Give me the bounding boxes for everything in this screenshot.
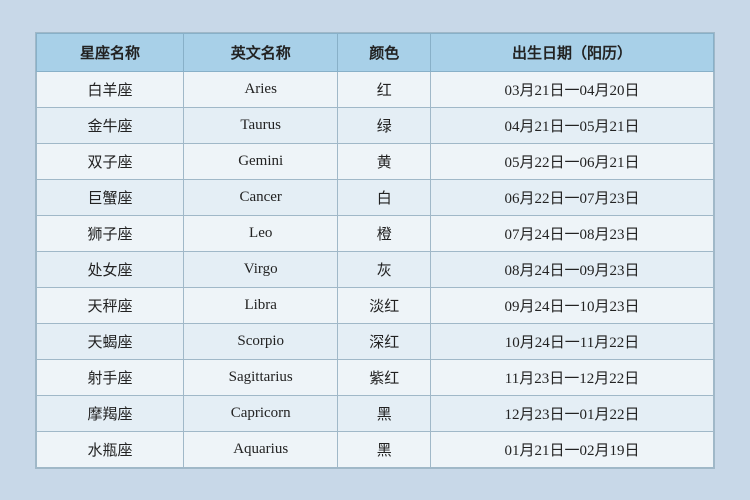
header-color: 颜色 [338, 33, 431, 71]
table-row: 白羊座Aries红03月21日一04月20日 [37, 71, 714, 107]
zodiac-table-container: 星座名称 英文名称 颜色 出生日期（阳历） 白羊座Aries红03月21日一04… [35, 32, 715, 469]
header-english-name: 英文名称 [183, 33, 337, 71]
cell-chinese-name: 狮子座 [37, 215, 184, 251]
cell-color: 黄 [338, 143, 431, 179]
cell-dates: 12月23日一01月22日 [430, 395, 713, 431]
cell-english-name: Cancer [183, 179, 337, 215]
table-row: 射手座Sagittarius紫红11月23日一12月22日 [37, 359, 714, 395]
cell-chinese-name: 白羊座 [37, 71, 184, 107]
cell-english-name: Aquarius [183, 431, 337, 467]
table-row: 双子座Gemini黄05月22日一06月21日 [37, 143, 714, 179]
table-row: 摩羯座Capricorn黑12月23日一01月22日 [37, 395, 714, 431]
cell-color: 橙 [338, 215, 431, 251]
table-row: 金牛座Taurus绿04月21日一05月21日 [37, 107, 714, 143]
cell-chinese-name: 天秤座 [37, 287, 184, 323]
cell-color: 灰 [338, 251, 431, 287]
cell-chinese-name: 水瓶座 [37, 431, 184, 467]
table-row: 天秤座Libra淡红09月24日一10月23日 [37, 287, 714, 323]
cell-color: 红 [338, 71, 431, 107]
cell-dates: 07月24日一08月23日 [430, 215, 713, 251]
cell-english-name: Leo [183, 215, 337, 251]
cell-color: 紫红 [338, 359, 431, 395]
cell-chinese-name: 双子座 [37, 143, 184, 179]
cell-dates: 08月24日一09月23日 [430, 251, 713, 287]
cell-color: 黑 [338, 395, 431, 431]
table-row: 巨蟹座Cancer白06月22日一07月23日 [37, 179, 714, 215]
header-chinese-name: 星座名称 [37, 33, 184, 71]
cell-english-name: Gemini [183, 143, 337, 179]
cell-dates: 11月23日一12月22日 [430, 359, 713, 395]
header-dates: 出生日期（阳历） [430, 33, 713, 71]
table-header-row: 星座名称 英文名称 颜色 出生日期（阳历） [37, 33, 714, 71]
cell-english-name: Aries [183, 71, 337, 107]
cell-dates: 06月22日一07月23日 [430, 179, 713, 215]
cell-english-name: Capricorn [183, 395, 337, 431]
cell-dates: 01月21日一02月19日 [430, 431, 713, 467]
cell-chinese-name: 金牛座 [37, 107, 184, 143]
cell-dates: 09月24日一10月23日 [430, 287, 713, 323]
cell-chinese-name: 巨蟹座 [37, 179, 184, 215]
cell-color: 绿 [338, 107, 431, 143]
cell-english-name: Scorpio [183, 323, 337, 359]
table-body: 白羊座Aries红03月21日一04月20日金牛座Taurus绿04月21日一0… [37, 71, 714, 467]
cell-chinese-name: 摩羯座 [37, 395, 184, 431]
cell-dates: 04月21日一05月21日 [430, 107, 713, 143]
cell-dates: 05月22日一06月21日 [430, 143, 713, 179]
cell-dates: 03月21日一04月20日 [430, 71, 713, 107]
table-row: 天蝎座Scorpio深红10月24日一11月22日 [37, 323, 714, 359]
cell-dates: 10月24日一11月22日 [430, 323, 713, 359]
zodiac-table: 星座名称 英文名称 颜色 出生日期（阳历） 白羊座Aries红03月21日一04… [36, 33, 714, 468]
cell-color: 淡红 [338, 287, 431, 323]
cell-chinese-name: 射手座 [37, 359, 184, 395]
table-row: 水瓶座Aquarius黑01月21日一02月19日 [37, 431, 714, 467]
cell-chinese-name: 天蝎座 [37, 323, 184, 359]
cell-chinese-name: 处女座 [37, 251, 184, 287]
table-row: 处女座Virgo灰08月24日一09月23日 [37, 251, 714, 287]
table-row: 狮子座Leo橙07月24日一08月23日 [37, 215, 714, 251]
cell-english-name: Taurus [183, 107, 337, 143]
cell-color: 黑 [338, 431, 431, 467]
cell-color: 深红 [338, 323, 431, 359]
cell-english-name: Sagittarius [183, 359, 337, 395]
cell-english-name: Libra [183, 287, 337, 323]
cell-color: 白 [338, 179, 431, 215]
cell-english-name: Virgo [183, 251, 337, 287]
